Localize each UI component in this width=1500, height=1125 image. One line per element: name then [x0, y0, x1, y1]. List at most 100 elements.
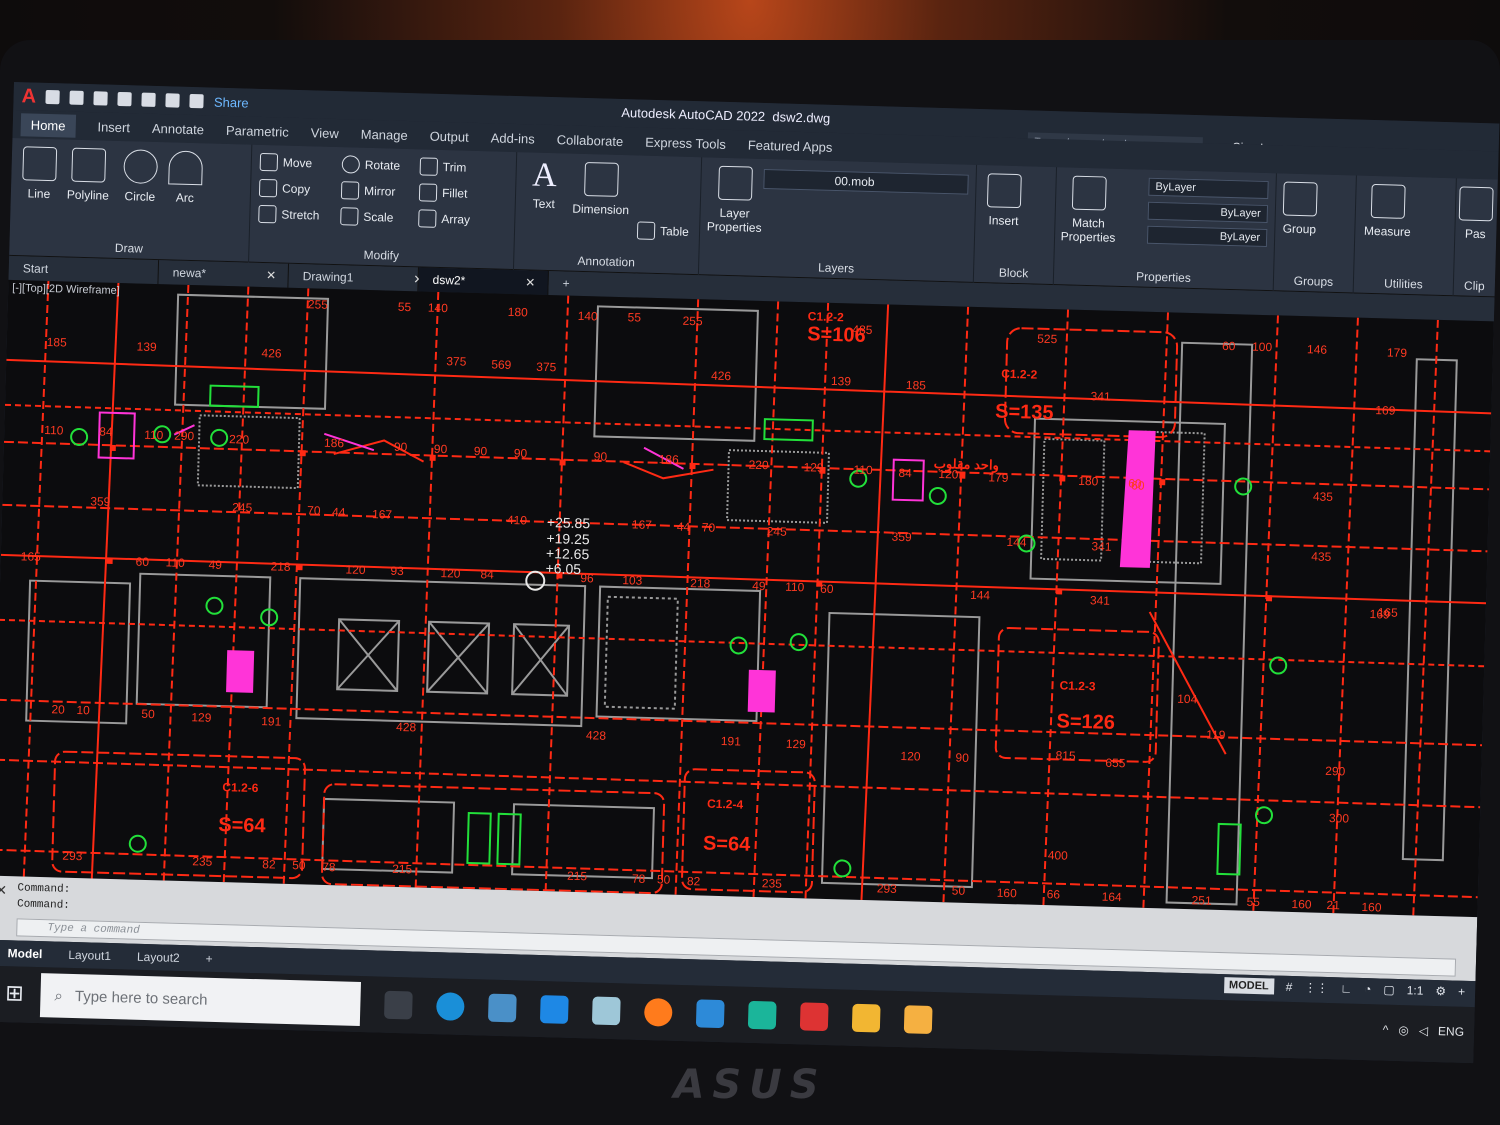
sketchup-icon[interactable] [747, 1000, 777, 1030]
ortho-icon[interactable]: ∟ [1340, 981, 1352, 995]
tab-express-tools[interactable]: Express Tools [645, 134, 726, 151]
add-layout-button[interactable]: + [205, 952, 212, 966]
tab-add-ins[interactable]: Add-ins [491, 130, 535, 146]
tab-newa[interactable]: newa* ✕ [158, 260, 290, 288]
linetype-dropdown[interactable]: ByLayer [1147, 201, 1269, 224]
tab-dsw2[interactable]: dsw2* ✕ [418, 267, 549, 296]
copy-button[interactable]: Copy [258, 178, 310, 198]
insert-button[interactable]: Insert [981, 173, 1026, 228]
rotate-button[interactable]: Rotate [341, 155, 401, 175]
autocad-taskbar-icon[interactable] [799, 1002, 829, 1032]
task-view-icon[interactable] [383, 990, 413, 1020]
language-indicator[interactable]: ENG [1438, 1024, 1464, 1039]
annotation-panel-title[interactable]: Annotation [514, 252, 698, 271]
color-dropdown[interactable]: ByLayer [1148, 177, 1269, 200]
tab-layout2[interactable]: Layout2 [137, 950, 180, 965]
network-icon[interactable]: ◎ [1398, 1023, 1409, 1037]
groups-panel-title[interactable]: Groups [1274, 273, 1353, 289]
fillet-button[interactable]: Fillet [418, 183, 468, 202]
block-panel-title[interactable]: Block [974, 265, 1053, 281]
line-button[interactable]: Line [19, 146, 60, 201]
draw-panel-title[interactable]: Draw [9, 238, 248, 259]
model-space-button[interactable]: MODEL [1223, 977, 1274, 995]
match-properties-button[interactable]: Match Properties [1059, 175, 1119, 245]
osnap-icon[interactable]: ▢ [1383, 983, 1395, 997]
close-command-icon[interactable]: ✕ [0, 882, 7, 899]
dim-label: 426 [261, 346, 282, 361]
polyline-button[interactable]: Polyline [61, 147, 116, 203]
windows-start-icon[interactable]: ⊞ [0, 966, 41, 1023]
tab-view[interactable]: View [311, 125, 339, 141]
autocad-logo-icon[interactable]: A [21, 85, 36, 108]
tab-drawing1[interactable]: Drawing1✕ [288, 263, 424, 292]
volume-icon[interactable]: ◁ [1419, 1024, 1429, 1038]
plot-icon[interactable] [141, 92, 157, 107]
scale-button[interactable]: Scale [340, 207, 394, 226]
new-tab-button[interactable]: + [548, 271, 579, 296]
gear-icon[interactable]: ⚙ [1435, 984, 1446, 998]
grid-icon[interactable]: # [1286, 980, 1293, 994]
new-icon[interactable] [45, 89, 61, 105]
tab-collaborate[interactable]: Collaborate [557, 132, 624, 149]
drawing-canvas[interactable]: [-][Top][2D Wireframe] 255 55 140 180 14… [0, 279, 1494, 918]
open-icon[interactable] [69, 90, 85, 105]
layer-properties-button[interactable]: Layer Properties [704, 165, 766, 235]
tab-parametric[interactable]: Parametric [226, 122, 289, 139]
redo-icon[interactable] [189, 93, 205, 109]
save-as-icon[interactable] [117, 91, 133, 107]
move-button[interactable]: Move [259, 152, 313, 172]
firefox-icon[interactable] [643, 997, 673, 1027]
layer-properties-icon [717, 165, 753, 201]
tab-output[interactable]: Output [430, 128, 469, 144]
mail-icon[interactable] [695, 999, 725, 1029]
circle-button[interactable]: Circle [117, 149, 164, 204]
tab-insert[interactable]: Insert [97, 119, 130, 135]
dim-label: 20 [51, 702, 65, 716]
dim-label: 49 [752, 579, 766, 593]
tab-manage[interactable]: Manage [361, 126, 408, 142]
measure-button[interactable]: Measure [1359, 183, 1416, 240]
dim-label: 164 [1101, 890, 1122, 905]
table-button[interactable]: Table [636, 221, 689, 240]
chevron-up-icon[interactable]: ^ [1383, 1023, 1389, 1037]
dimension-button[interactable]: Dimension [567, 161, 634, 218]
properties-panel-title[interactable]: Properties [1054, 267, 1273, 287]
arc-button[interactable]: Arc [167, 150, 204, 205]
store-icon[interactable] [539, 995, 569, 1024]
trim-button[interactable]: Trim [419, 157, 467, 176]
dim-label: 21 [1326, 898, 1340, 912]
app-title: Autodesk AutoCAD 2022 dsw2.dwg [621, 104, 831, 126]
annotation-scale[interactable]: 1:1 [1407, 983, 1424, 997]
array-button[interactable]: Array [418, 209, 470, 228]
file-explorer-icon[interactable] [851, 1003, 881, 1033]
polar-icon[interactable]: ◔ [1364, 982, 1372, 996]
notes-icon[interactable] [591, 996, 621, 1026]
undo-icon[interactable] [165, 93, 181, 108]
close-icon[interactable]: ✕ [266, 268, 276, 282]
share-button[interactable]: Share [214, 94, 249, 110]
tab-home[interactable]: Home [20, 112, 76, 138]
group-button[interactable]: Group [1279, 181, 1320, 236]
calculator-icon[interactable] [487, 993, 517, 1023]
layer-dropdown[interactable]: 00.mob [763, 168, 969, 195]
tab-model[interactable]: Model [7, 946, 42, 961]
paste-button[interactable]: Pas [1457, 186, 1494, 241]
clipboard-panel-title[interactable]: Clip [1454, 278, 1495, 294]
stretch-button[interactable]: Stretch [258, 204, 320, 225]
save-icon[interactable] [93, 91, 109, 106]
mirror-button[interactable]: Mirror [340, 181, 396, 201]
text-button[interactable]: A Text [524, 156, 565, 212]
edge-icon[interactable] [435, 992, 465, 1021]
archive-icon[interactable] [903, 1005, 933, 1034]
close-icon[interactable]: ✕ [525, 275, 535, 289]
dim-label: 140 [577, 309, 598, 324]
snap-icon[interactable]: ⋮⋮ [1304, 980, 1328, 995]
dim-label: 146 [1307, 342, 1328, 357]
tab-featured-apps[interactable]: Featured Apps [748, 137, 833, 154]
tab-layout1[interactable]: Layout1 [68, 948, 111, 963]
lineweight-dropdown[interactable]: ByLayer [1146, 225, 1268, 248]
utilities-panel-title[interactable]: Utilities [1354, 275, 1453, 292]
tab-annotate[interactable]: Annotate [152, 120, 204, 136]
taskbar-search[interactable]: ⌕ Type here to search [39, 973, 362, 1027]
plus-icon[interactable]: + [1458, 985, 1465, 999]
